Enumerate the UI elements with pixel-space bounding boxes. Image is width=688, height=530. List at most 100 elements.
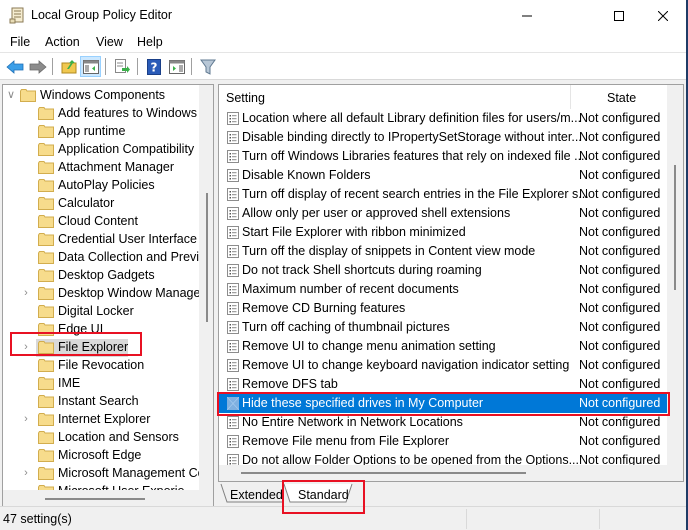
up-one-level-button[interactable] — [58, 56, 79, 77]
tree-vertical-scrollbar[interactable] — [199, 85, 213, 490]
setting-name: Hide these specified drives in My Comput… — [242, 396, 484, 410]
tree-item[interactable]: Application Compatibility — [3, 141, 199, 159]
tree-root-windows-components[interactable]: ∨ Windows Components — [3, 87, 199, 105]
status-settings-count: 47 setting(s) — [3, 512, 72, 526]
tree-item-label: Credential User Interface — [58, 232, 197, 246]
toolbar-separator — [105, 58, 106, 75]
chevron-down-icon[interactable]: ∨ — [6, 89, 16, 101]
tree-item[interactable]: App runtime — [3, 123, 199, 141]
close-button[interactable] — [640, 0, 686, 31]
toolbar-separator — [52, 58, 53, 75]
up-one-level-icon — [61, 60, 76, 74]
tree-item[interactable]: Edge UI — [3, 321, 199, 339]
tree-item[interactable]: › Microsoft Management Co — [3, 465, 205, 483]
tree-item-label: IME — [58, 376, 81, 390]
menu-action[interactable]: Action — [45, 35, 80, 49]
tree-item[interactable]: Instant Search — [3, 393, 199, 411]
show-hide-console-tree-button[interactable] — [80, 56, 101, 77]
help-button[interactable]: ? — [143, 56, 164, 77]
maximize-button[interactable] — [596, 0, 642, 31]
table-row[interactable]: Remove CD Burning features Not configured — [219, 299, 667, 318]
tree-item[interactable]: Attachment Manager — [3, 159, 199, 177]
menu-view[interactable]: View — [96, 35, 123, 49]
show-hide-action-pane-button[interactable] — [166, 56, 187, 77]
tree-item[interactable]: Add features to Windows 1 — [3, 105, 207, 123]
table-row[interactable]: Disable binding directly to IPropertySet… — [219, 128, 667, 147]
table-row[interactable]: Remove UI to change menu animation setti… — [219, 337, 667, 356]
table-row[interactable]: Disable Known Folders Not configured — [219, 166, 667, 185]
tree-item[interactable]: Cloud Content — [3, 213, 199, 231]
table-row[interactable]: Turn off display of recent search entrie… — [219, 185, 667, 204]
back-icon — [5, 59, 23, 74]
tree-item[interactable]: Microsoft Edge — [3, 447, 199, 465]
scrollbar-thumb[interactable] — [206, 193, 208, 322]
tree-item[interactable]: › Internet Explorer — [3, 411, 199, 429]
chevron-right-icon[interactable]: › — [21, 287, 31, 299]
group-policy-editor-window: Local Group Policy Editor File Action Vi… — [0, 0, 688, 530]
menu-file[interactable]: File — [10, 35, 30, 49]
export-list-button[interactable] — [111, 56, 132, 77]
table-row[interactable]: Remove File menu from File Explorer Not c… — [219, 432, 667, 451]
chevron-right-icon[interactable]: › — [21, 413, 31, 425]
settings-list: Setting State Location where all default… — [218, 84, 684, 482]
scrollbar-thumb[interactable] — [241, 472, 526, 474]
setting-name: Remove CD Burning features — [242, 301, 406, 315]
table-row[interactable]: No Entire Network in Network Locations No… — [219, 413, 667, 432]
setting-state: Not configured — [579, 263, 661, 277]
tree-item[interactable]: Desktop Gadgets — [3, 267, 199, 285]
forward-icon — [29, 59, 47, 74]
list-vertical-scrollbar[interactable] — [667, 85, 683, 465]
minimize-button[interactable] — [504, 0, 550, 31]
tree-item[interactable]: › Desktop Window Manager — [3, 285, 205, 303]
menu-help[interactable]: Help — [137, 35, 163, 49]
tree-item[interactable]: Data Collection and Previe — [3, 249, 206, 267]
table-row[interactable]: Allow only per user or approved shell ex… — [219, 204, 667, 223]
tree-item[interactable]: Digital Locker — [3, 303, 199, 321]
folder-icon — [38, 197, 54, 210]
column-divider[interactable] — [570, 85, 571, 109]
back-button[interactable] — [4, 56, 25, 77]
tree-item[interactable]: Calculator — [3, 195, 199, 213]
table-row[interactable]: Remove DFS tab Not configured — [219, 375, 667, 394]
tree-item[interactable]: AutoPlay Policies — [3, 177, 199, 195]
policy-setting-icon — [227, 340, 239, 353]
help-icon: ? — [146, 58, 161, 75]
tree-horizontal-scrollbar[interactable] — [3, 490, 213, 506]
table-row[interactable]: Hide these specified drives in My Comput… — [219, 394, 667, 413]
tree-item[interactable]: IME — [3, 375, 199, 393]
setting-state: Not configured — [579, 225, 661, 239]
table-row[interactable]: Turn off Windows Libraries features that… — [219, 147, 667, 166]
scrollbar-thumb[interactable] — [674, 165, 676, 290]
list-horizontal-scrollbar[interactable] — [219, 465, 683, 481]
policy-setting-icon — [227, 378, 239, 391]
table-row[interactable]: Location where all default Library defin… — [219, 109, 667, 128]
table-row[interactable]: Remove UI to change keyboard navigation … — [219, 356, 667, 375]
policy-setting-icon — [227, 416, 239, 429]
table-row[interactable]: Do not track Shell shortcuts during roam… — [219, 261, 667, 280]
chevron-right-icon[interactable]: › — [21, 467, 31, 479]
tree-item[interactable]: Location and Sensors — [3, 429, 199, 447]
setting-name: Turn off display of recent search entrie… — [242, 187, 589, 201]
filter-button[interactable] — [197, 56, 218, 77]
column-header-state[interactable]: State — [607, 91, 636, 105]
tree-item[interactable]: File Revocation — [3, 357, 199, 375]
menu-bar: File Action View Help — [0, 31, 686, 53]
table-row[interactable]: Turn off the display of snippets in Cont… — [219, 242, 667, 261]
scrollbar-thumb[interactable] — [45, 498, 145, 500]
status-bar: 47 setting(s) — [0, 506, 686, 530]
tree-item-label: App runtime — [58, 124, 126, 138]
column-header-setting[interactable]: Setting — [226, 91, 265, 105]
table-row[interactable]: Start File Explorer with ribbon minimize… — [219, 223, 667, 242]
policy-setting-icon — [227, 264, 239, 277]
tree-item[interactable]: › File Explorer — [3, 339, 199, 357]
tree-item[interactable]: Credential User Interface — [3, 231, 199, 249]
tab-label: Standard — [298, 488, 349, 502]
table-row[interactable]: Maximum number of recent documents Not co… — [219, 280, 667, 299]
forward-button[interactable] — [27, 56, 48, 77]
chevron-right-icon[interactable]: › — [21, 341, 31, 353]
setting-name: Allow only per user or approved shell ex… — [242, 206, 511, 220]
setting-name: Disable Known Folders — [242, 168, 371, 182]
table-row[interactable]: Turn off caching of thumbnail pictures No… — [219, 318, 667, 337]
tab-label: Extended — [230, 488, 283, 502]
setting-name: Start File Explorer with ribbon minimize… — [242, 225, 466, 239]
